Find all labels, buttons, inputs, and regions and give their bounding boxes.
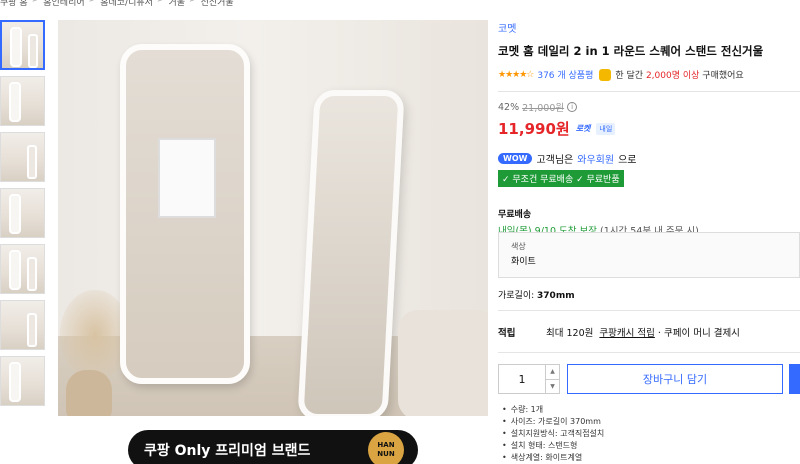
breadcrumb-separator: > [156, 0, 165, 5]
thumbnail-1[interactable] [0, 20, 45, 70]
points-label: 적립 [498, 328, 516, 339]
quantity-down-icon[interactable]: ▼ [546, 380, 559, 394]
list-item: 색상계열: 화이트계열 [502, 452, 604, 464]
divider [498, 310, 800, 311]
spec-list: 수량: 1개 사이즈: 가로길이 370mm 설치지원방식: 고객직접설치 설치… [502, 404, 605, 464]
list-item: 설치 형태: 스탠드형 [502, 440, 604, 452]
wow-member-link[interactable]: 와우회원 [577, 151, 614, 166]
vase-image [66, 370, 112, 416]
quantity-input[interactable]: 1 [499, 365, 545, 393]
breadcrumb-item-interior[interactable]: 홈인테리어 [43, 0, 84, 8]
list-item: 사이즈: 가로길이 370mm [502, 416, 604, 428]
thumbnail-6[interactable] [0, 300, 45, 350]
original-price: 21,000원 [522, 103, 565, 114]
thumbnail-list [0, 20, 48, 412]
product-title: 코멧 홈 데일리 2 in 1 라운드 스퀘어 스탠드 전신거울 [498, 44, 764, 58]
info-icon[interactable]: i [567, 102, 578, 112]
discount-row: 42% 21,000원 i [498, 100, 800, 114]
add-to-cart-button[interactable]: 장바구니 담기 [567, 364, 783, 394]
divider [498, 91, 800, 92]
promo-banner[interactable]: 쿠팡 Only 프리미엄 브랜드 HAN NUN [128, 430, 418, 464]
coupang-cash-link[interactable]: 쿠팡캐시 적립 [599, 325, 654, 339]
price-row: 11,990원 로켓 내일 [498, 118, 800, 139]
brand-link[interactable]: 코멧 [498, 20, 800, 35]
quantity-stepper: 1 ▲ ▼ [498, 364, 560, 394]
thumbnail-4[interactable] [0, 188, 45, 238]
color-option-select[interactable]: 색상 화이트 [498, 232, 800, 278]
sofa-image [398, 310, 488, 416]
standing-mirror-image [297, 90, 405, 416]
free-shipping-badge: ✓ 무조건 무료배송 ✓ 무료반품 [498, 170, 624, 187]
list-item: 수량: 1개 [502, 404, 604, 416]
brand-badge-icon: HAN NUN [368, 432, 404, 464]
points-row: 적립 최대 120원 쿠팡캐시 적립 · 쿠페이 머니 결제시 [498, 325, 800, 339]
thumbnail-2[interactable] [0, 76, 45, 126]
wow-badge: WOW [498, 153, 533, 164]
rocket-delivery-icon: 로켓 [575, 124, 591, 133]
breadcrumb-item-mirror[interactable]: 거울 [168, 0, 185, 8]
quantity-up-icon[interactable]: ▲ [546, 365, 559, 380]
breadcrumb-item-deco[interactable]: 홈데코/디퓨저 [100, 0, 153, 8]
breadcrumb-separator: > [31, 0, 40, 5]
purchase-count: 2,000명 이상 [645, 71, 700, 81]
discount-rate: 42% [498, 101, 520, 113]
product-info: 코멧 코멧 홈 데일리 2 in 1 라운드 스퀘어 스탠드 전신거울 ★★★★… [498, 20, 800, 237]
purchase-count-text: 한 달간 2,000명 이상 구매했어요 [615, 71, 744, 81]
thumbnail-5[interactable] [0, 244, 45, 294]
thumbnail-3[interactable] [0, 132, 45, 182]
breadcrumb: 쿠팡 홈 > 홈인테리어 > 홈데코/디퓨저 > 거울 > 전신거울 [0, 0, 234, 8]
shipping-label: 무료배송 [498, 210, 532, 220]
breadcrumb-separator: > [88, 0, 97, 5]
breadcrumb-item-home[interactable]: 쿠팡 홈 [0, 0, 28, 8]
membership-row: WOW 고객님은 와우회원 으로 [498, 151, 800, 166]
tomorrow-badge: 내일 [596, 122, 616, 135]
sale-price: 11,990원 [498, 120, 570, 138]
breadcrumb-separator: > [189, 0, 197, 5]
option-value: 화이트 [511, 257, 536, 267]
main-product-image[interactable] [58, 20, 488, 416]
breadcrumb-item-fullmirror[interactable]: 전신거울 [201, 0, 234, 8]
promo-text: 쿠팡 Only 프리미엄 브랜드 [144, 443, 311, 459]
width-info: 가로길이: 370mm [498, 291, 575, 301]
star-rating-icon: ★★★★☆ [498, 69, 534, 80]
buy-now-button[interactable] [789, 364, 800, 394]
list-item: 설치지원방식: 고객직접설치 [502, 428, 605, 440]
rating-row: ★★★★☆ 376 개 상품평 한 달간 2,000명 이상 구매했어요 [498, 68, 800, 81]
option-label: 색상 [511, 242, 526, 251]
shopping-bag-icon [599, 68, 612, 81]
thumbnail-7[interactable] [0, 356, 45, 406]
wall-art-image [158, 138, 216, 218]
review-count-link[interactable]: 376 개 상품평 [537, 68, 593, 81]
divider [498, 352, 800, 353]
